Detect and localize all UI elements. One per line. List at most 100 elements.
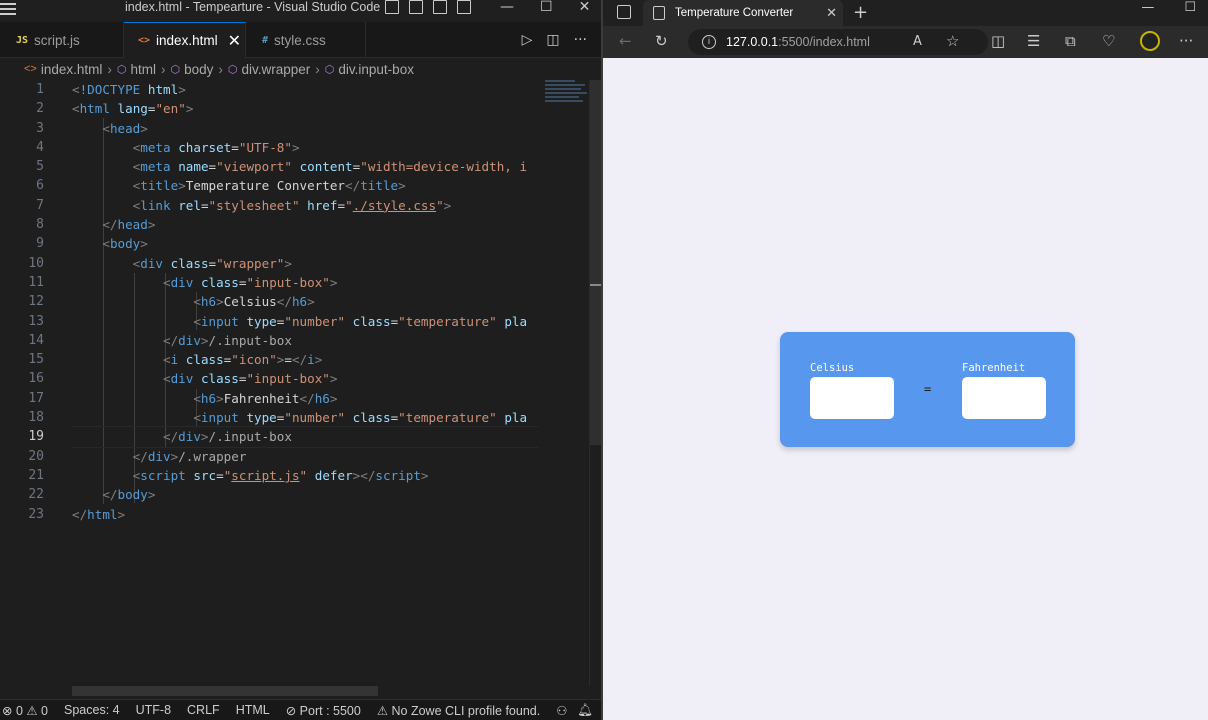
- celsius-input[interactable]: [810, 377, 894, 419]
- new-tab-icon[interactable]: +: [853, 2, 868, 23]
- editor-actions: ▷ ◫ ···: [522, 22, 587, 58]
- line-number: 15: [28, 352, 44, 368]
- line-number: 6: [36, 178, 44, 194]
- line-number: 2: [36, 101, 44, 117]
- element-icon: ⬡: [170, 63, 181, 76]
- element-icon: ⬡: [227, 63, 238, 76]
- horizontal-scrollbar[interactable]: [72, 686, 378, 696]
- vertical-scrollbar[interactable]: [589, 80, 601, 686]
- line-number: 5: [36, 159, 44, 175]
- line-number: 11: [28, 274, 44, 290]
- encoding-indicator[interactable]: UTF-8: [136, 703, 171, 717]
- read-aloud-icon[interactable]: A: [913, 34, 922, 49]
- line-number: 9: [36, 236, 44, 252]
- fahrenheit-input-box: Fahrenheit: [962, 362, 1046, 419]
- code-line: </body>: [102, 487, 156, 503]
- favorite-star-icon[interactable]: ☆: [946, 32, 959, 50]
- address-bar[interactable]: i 127.0.0.1:5500/index.html: [688, 29, 988, 55]
- maximize-icon[interactable]: ☐: [1184, 0, 1196, 15]
- page-icon: [653, 6, 665, 20]
- tab-script-js[interactable]: JS script.js: [0, 22, 124, 58]
- tab-label: index.html: [156, 33, 218, 48]
- converter-card: Celsius = Fahrenheit: [780, 332, 1075, 447]
- celsius-label: Celsius: [810, 362, 855, 374]
- customize-layout-icon[interactable]: [457, 0, 471, 14]
- profile-avatar[interactable]: [1140, 31, 1160, 51]
- toggle-secondary-sidebar-icon[interactable]: [433, 0, 447, 14]
- html-file-icon: <>: [24, 63, 37, 75]
- browser-tabstrip: Temperature Converter ✕ + — ☐: [603, 0, 1208, 26]
- element-icon: ⬡: [324, 63, 335, 76]
- toggle-panel-icon[interactable]: [409, 0, 423, 14]
- breadcrumb-item-wrapper[interactable]: ⬡ div.wrapper: [228, 62, 310, 77]
- chevron-right-icon: ›: [218, 61, 223, 77]
- breadcrumb-item-input-box[interactable]: ⬡ div.input-box: [325, 62, 414, 77]
- line-number: 3: [36, 120, 44, 136]
- line-number: 4: [36, 139, 44, 155]
- maximize-icon[interactable]: ☐: [540, 0, 553, 14]
- language-indicator[interactable]: HTML: [236, 703, 270, 717]
- indentation-indicator[interactable]: Spaces: 4: [64, 703, 120, 717]
- layout-controls: [385, 0, 471, 14]
- fahrenheit-input[interactable]: [962, 377, 1046, 419]
- code-line: <input type="number" class="temperature"…: [193, 410, 528, 426]
- collections-icon[interactable]: ⧉: [1065, 32, 1076, 50]
- code-line: <meta name="viewport" content="width=dev…: [132, 159, 528, 175]
- problems-indicator[interactable]: ⊗ 0 ⚠ 0: [2, 703, 48, 718]
- code-line: <div class="wrapper">: [132, 255, 292, 271]
- url-host: 127.0.0.1: [726, 35, 779, 49]
- line-number: 10: [28, 255, 44, 271]
- site-info-icon[interactable]: i: [702, 35, 716, 49]
- workspaces-icon[interactable]: [617, 5, 631, 19]
- notifications-icon[interactable]: 🔔︎: [577, 703, 593, 718]
- code-line: <head>: [102, 120, 148, 136]
- toggle-sidebar-icon[interactable]: [385, 0, 399, 14]
- more-actions-icon[interactable]: ···: [574, 32, 587, 48]
- scrollbar-thumb[interactable]: [590, 80, 601, 445]
- close-tab-icon[interactable]: ✕: [228, 31, 241, 51]
- line-number: 23: [28, 506, 44, 522]
- back-icon[interactable]: ←: [619, 32, 632, 50]
- code-line: <h6>Celsius</h6>: [193, 294, 315, 310]
- browser-tab[interactable]: Temperature Converter ✕: [643, 0, 843, 26]
- refresh-icon[interactable]: ↻: [655, 32, 668, 50]
- accounts-icon[interactable]: ⚇: [556, 703, 567, 718]
- code-line: <i class="icon">=</i>: [163, 352, 323, 368]
- vscode-titlebar: index.html - Tempearture - Visual Studio…: [0, 0, 601, 22]
- settings-menu-icon[interactable]: ···: [1179, 32, 1193, 50]
- code-line: <!DOCTYPE html>: [72, 82, 186, 97]
- vscode-window: index.html - Tempearture - Visual Studio…: [0, 0, 601, 720]
- zowe-status[interactable]: ⚠ No Zowe CLI profile found.: [377, 703, 540, 718]
- browser-essentials-icon[interactable]: ♡: [1102, 32, 1115, 50]
- close-tab-icon[interactable]: ✕: [826, 5, 837, 21]
- element-icon: ⬡: [116, 63, 127, 76]
- code-editor[interactable]: 1 2 3 4 5 6 7 8 9 10 11 12 13 14 15 16 17 18 19 20 21 22 23 <!…: [0, 80, 601, 686]
- split-screen-icon[interactable]: ◫: [991, 32, 1005, 50]
- split-editor-icon[interactable]: ◫: [546, 32, 559, 48]
- breadcrumb-item-file[interactable]: <> index.html: [24, 62, 102, 77]
- breadcrumb-item-html[interactable]: ⬡ html: [117, 62, 156, 77]
- browser-window-controls: — ☐: [1141, 0, 1196, 15]
- code-line: </div>/.wrapper: [132, 448, 247, 464]
- javascript-file-icon: JS: [16, 34, 29, 46]
- hamburger-menu-icon[interactable]: [0, 3, 18, 17]
- run-icon[interactable]: ▷: [522, 32, 533, 48]
- eol-indicator[interactable]: CRLF: [187, 703, 220, 717]
- line-number: 20: [28, 448, 44, 464]
- minimize-icon[interactable]: —: [500, 0, 514, 14]
- line-number: 8: [36, 217, 44, 233]
- minimap[interactable]: [545, 80, 589, 110]
- code-line: <title>Temperature Converter</title>: [132, 178, 406, 194]
- line-number-gutter: 1 2 3 4 5 6 7 8 9 10 11 12 13 14 15 16 17 18 19 20 21 22 23: [0, 80, 60, 524]
- code-line: <script src="script.js" defer></script>: [132, 467, 429, 483]
- tab-style-css[interactable]: # style.css: [246, 22, 366, 58]
- line-number: 12: [28, 294, 44, 310]
- breadcrumb-item-body[interactable]: ⬡ body: [171, 62, 214, 77]
- close-window-icon[interactable]: ✕: [579, 0, 591, 14]
- favorites-icon[interactable]: ☰: [1027, 32, 1040, 50]
- chevron-right-icon: ›: [315, 61, 320, 77]
- minimize-icon[interactable]: —: [1141, 0, 1154, 15]
- tab-index-html[interactable]: <> index.html ✕: [124, 22, 246, 58]
- live-server-port[interactable]: ⊘ Port : 5500: [286, 703, 361, 718]
- code-area[interactable]: <!DOCTYPE html> <html lang="en"> <head> …: [72, 80, 538, 524]
